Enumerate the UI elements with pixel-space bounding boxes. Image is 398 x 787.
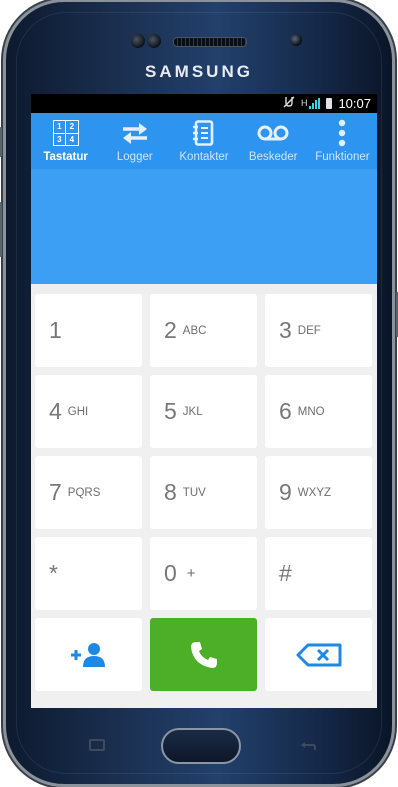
tab-label: Kontakter <box>179 151 229 163</box>
dialpad-icon-digit: 1 <box>53 121 66 133</box>
voicemail-icon <box>256 118 290 148</box>
swap-arrows-icon <box>121 118 149 148</box>
key-3[interactable]: 3 DEF <box>265 294 372 367</box>
key-8[interactable]: 8 TUV <box>150 456 257 529</box>
key-digit: * <box>49 560 58 586</box>
key-letters: JKL <box>182 405 203 418</box>
add-contact-icon <box>70 642 105 667</box>
phone-icon <box>190 641 217 668</box>
key-digit: 5 <box>164 398 177 424</box>
recent-apps-icon[interactable] <box>89 738 105 751</box>
key-letters: GHI <box>67 405 89 418</box>
key-letters: ABC <box>182 324 207 337</box>
dialpad-icon-digit: 4 <box>66 133 78 145</box>
key-hash[interactable]: # <box>265 537 372 610</box>
key-0[interactable]: 0 + <box>150 537 257 610</box>
dialpad-icon-digit: 3 <box>53 133 66 145</box>
key-6[interactable]: 6 MNO <box>265 375 372 448</box>
key-digit: 7 <box>49 479 62 505</box>
key-1[interactable]: 1 <box>35 294 142 367</box>
key-5[interactable]: 5 JKL <box>150 375 257 448</box>
mute-icon <box>283 96 295 111</box>
more-vert-icon <box>338 118 346 148</box>
volume-button <box>0 127 2 157</box>
brand-logo: SAMSUNG <box>145 62 253 81</box>
dialpad-icon: 1 2 3 4 <box>52 118 79 148</box>
home-button[interactable] <box>161 728 241 764</box>
dialpad-icon-digit: 2 <box>66 121 78 133</box>
tab-funktioner[interactable]: Funktioner <box>308 113 377 169</box>
volume-button-down <box>0 202 2 257</box>
key-digit: 3 <box>279 317 292 343</box>
key-digit: 8 <box>164 479 177 505</box>
key-4[interactable]: 4 GHI <box>35 375 142 448</box>
status-time: 10:07 <box>338 96 371 111</box>
tab-kontakter[interactable]: Kontakter <box>169 113 238 169</box>
key-digit: 9 <box>279 479 292 505</box>
sensor-dot <box>147 34 161 48</box>
add-contact-button[interactable] <box>35 618 142 691</box>
key-digit: # <box>279 560 292 586</box>
key-digit: 0 <box>164 560 177 586</box>
key-digit: 1 <box>49 317 62 343</box>
back-icon[interactable] <box>300 738 316 750</box>
tab-label: Beskeder <box>248 151 298 163</box>
key-digit: 2 <box>164 317 177 343</box>
call-button[interactable] <box>150 618 257 691</box>
key-digit: 4 <box>49 398 62 424</box>
battery-icon <box>326 98 333 109</box>
backspace-button[interactable] <box>265 618 372 691</box>
key-letters: + <box>186 565 196 582</box>
backspace-icon <box>296 643 341 666</box>
dialpad: 1 2 ABC 3 DEF 4 GHI 5 JKL 6 MNO 7 PQRS 8 TUV 9W… <box>31 294 377 691</box>
key-9[interactable]: 9 WXYZ <box>265 456 372 529</box>
tab-bar: 1 2 3 4 Tastatur Logger Kontakter Besked… <box>31 113 377 169</box>
tab-label: Logger <box>116 151 153 163</box>
key-letters: TUV <box>182 486 206 499</box>
key-7[interactable]: 7 PQRS <box>35 456 142 529</box>
key-letters: MNO <box>297 405 325 418</box>
contacts-book-icon <box>193 118 215 148</box>
key-letters: PQRS <box>67 486 101 499</box>
tab-label: Tastatur <box>43 151 88 163</box>
tab-beskeder[interactable]: Beskeder <box>239 113 308 169</box>
key-letters: WXYZ <box>297 486 332 499</box>
divider <box>31 284 377 294</box>
tab-tastatur[interactable]: 1 2 3 4 Tastatur <box>31 113 100 169</box>
signal-icon: H <box>301 98 321 109</box>
tab-logger[interactable]: Logger <box>100 113 169 169</box>
front-camera <box>290 34 302 46</box>
sensor-dot <box>131 34 145 48</box>
phone-screen: H 10:07 1 2 3 4 Tastatur Logger Kontakte… <box>31 94 377 708</box>
key-star[interactable]: * <box>35 537 142 610</box>
key-2[interactable]: 2 ABC <box>150 294 257 367</box>
key-digit: 6 <box>279 398 292 424</box>
tab-label: Funktioner <box>315 151 370 163</box>
earpiece-speaker <box>173 37 247 47</box>
status-bar: H 10:07 <box>31 94 377 113</box>
network-type-label: H <box>300 98 308 108</box>
key-letters: DEF <box>297 324 321 337</box>
number-display[interactable] <box>31 169 377 284</box>
